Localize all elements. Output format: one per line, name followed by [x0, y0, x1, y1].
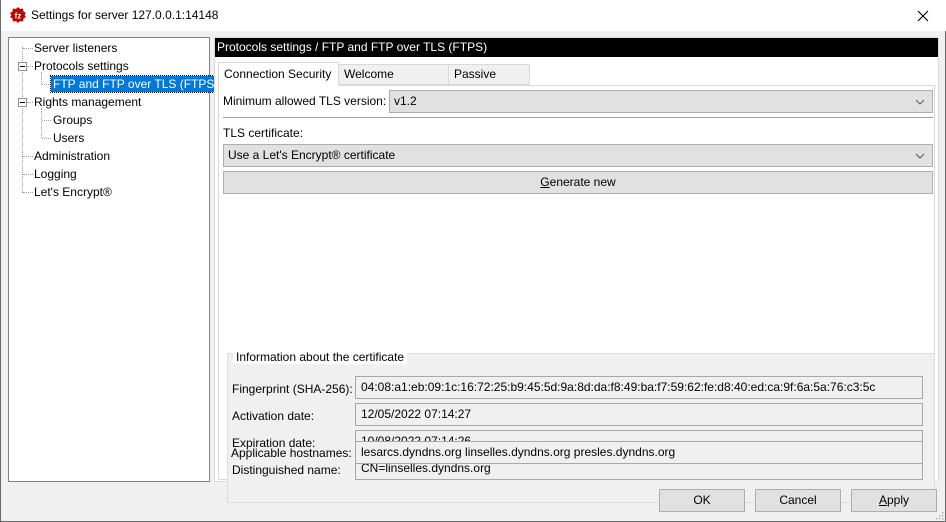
title-bar: fz Settings for server 127.0.0.1:14148: [1, 0, 946, 31]
connection-security-page: Minimum allowed TLS version: v1.2 TLS ce…: [218, 85, 935, 503]
distinguished-name-label: Distinguished name:: [232, 463, 341, 477]
tree-item-users[interactable]: Users: [51, 130, 86, 146]
tree-item-logging[interactable]: Logging: [32, 166, 79, 182]
hostnames-field[interactable]: lesarcs.dyndns.org linselles.dyndns.org …: [355, 441, 923, 464]
chevron-down-icon: [915, 153, 925, 159]
cancel-button[interactable]: Cancel: [755, 489, 841, 512]
collapse-protocols-icon[interactable]: [18, 62, 27, 71]
settings-tree: Server listeners Protocols settings FTP …: [8, 37, 222, 482]
apply-mnemonic: A: [878, 493, 887, 507]
tab-connection-security[interactable]: Connection Security: [218, 62, 339, 86]
tree-connector: [42, 138, 51, 139]
generate-new-button[interactable]: Generate new: [223, 171, 933, 194]
tree-item-lets-encrypt[interactable]: Let's Encrypt®: [32, 184, 114, 200]
tls-version-label: Minimum allowed TLS version:: [223, 94, 387, 108]
activation-date-field[interactable]: 12/05/2022 07:14:27: [355, 403, 923, 426]
chevron-down-icon: [915, 99, 925, 105]
tree-connector: [41, 108, 42, 138]
close-button[interactable]: [900, 0, 946, 31]
tls-version-select[interactable]: v1.2: [389, 90, 933, 113]
resize-grip-icon[interactable]: [934, 510, 944, 520]
tree-item-server-listeners[interactable]: Server listeners: [32, 40, 119, 56]
apply-label: pply: [887, 493, 910, 507]
tls-certificate-select[interactable]: Use a Let's Encrypt® certificate: [223, 144, 933, 167]
tree-connector: [42, 84, 51, 85]
tls-certificate-value: Use a Let's Encrypt® certificate: [228, 148, 396, 162]
hostnames-label: Applicable hostnames:: [231, 446, 352, 460]
settings-dialog: fz Settings for server 127.0.0.1:14148 S…: [0, 0, 946, 522]
tls-certificate-label: TLS certificate:: [223, 126, 304, 140]
tree-item-protocols-settings[interactable]: Protocols settings: [32, 58, 131, 74]
tree-item-ftp-ftps[interactable]: FTP and FTP over TLS (FTPS): [49, 75, 222, 93]
tab-passive-mode[interactable]: Passive mode: [448, 64, 530, 100]
apply-button[interactable]: Apply: [851, 489, 937, 512]
fingerprint-label: Fingerprint (SHA-256):: [232, 382, 353, 396]
close-icon: [917, 10, 929, 21]
filezilla-server-icon: fz: [10, 7, 26, 23]
panel-header: Protocols settings / FTP and FTP over TL…: [215, 38, 938, 57]
activation-date-label: Activation date:: [232, 409, 315, 423]
tree-item-groups[interactable]: Groups: [51, 112, 94, 128]
tree-item-rights-management[interactable]: Rights management: [32, 94, 143, 110]
collapse-rights-icon[interactable]: [18, 98, 27, 107]
generate-mnemonic: G: [540, 175, 550, 189]
svg-text:fz: fz: [15, 12, 22, 21]
tab-welcome-message[interactable]: Welcome message: [338, 64, 449, 100]
ok-button[interactable]: OK: [659, 489, 745, 512]
fingerprint-field[interactable]: 04:08:a1:eb:09:1c:16:72:25:b9:45:5d:9a:8…: [355, 376, 923, 399]
generate-label: enerate new: [549, 175, 616, 189]
tree-item-administration[interactable]: Administration: [32, 148, 112, 164]
certificate-info-title: Information about the certificate: [233, 350, 408, 364]
tls-version-value: v1.2: [394, 94, 417, 108]
window-title: Settings for server 127.0.0.1:14148: [31, 8, 219, 22]
settings-panel: Protocols settings / FTP and FTP over TL…: [214, 37, 939, 503]
tree-connector: [42, 120, 51, 121]
separator: [223, 117, 933, 119]
